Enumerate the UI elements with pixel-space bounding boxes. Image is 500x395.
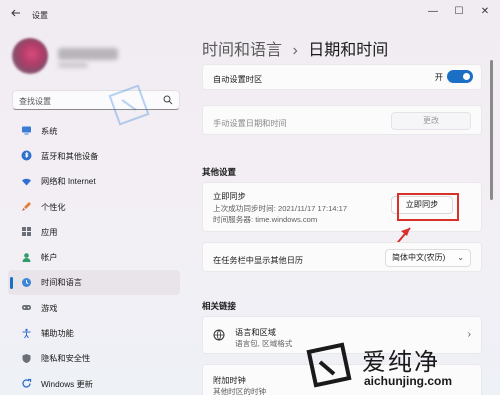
last-sync-time: 上次成功同步时间: 2021/11/17 17:14:17 <box>213 204 348 213</box>
maximize-button[interactable]: ☐ <box>446 4 472 20</box>
related-links-title: 相关链接 <box>202 301 237 311</box>
breadcrumb-current: 日期和时间 <box>308 42 389 59</box>
related-item-label: 附加时钟 <box>213 376 246 385</box>
arrow-left-icon <box>11 9 20 17</box>
chevron-down-icon: ⌄ <box>457 253 464 262</box>
sidebar-item-label: 系统 <box>41 126 58 136</box>
close-button[interactable]: ✕ <box>472 4 498 20</box>
watermark-logo: 爱纯净 aichunjing.com <box>300 338 500 395</box>
watermark-url: aichunjing.com <box>364 374 453 388</box>
breadcrumb-separator: › <box>292 42 298 59</box>
sidebar-item-label: 游戏 <box>41 303 58 313</box>
sidebar-item-label: 时间和语言 <box>41 278 82 288</box>
profile-name-blurred <box>58 48 118 60</box>
person-icon <box>20 251 32 263</box>
manual-datetime-label: 手动设置日期和时间 <box>213 119 287 128</box>
sidebar-item-time-language[interactable]: 时间和语言 <box>8 269 180 296</box>
minimize-button[interactable]: — <box>420 4 446 20</box>
search-placeholder: 查找设置 <box>19 97 51 106</box>
sidebar-item-privacy[interactable]: 隐私和安全性 <box>8 346 180 371</box>
breadcrumb-parent[interactable]: 时间和语言 <box>202 42 282 59</box>
related-item-label: 语言和区域 <box>235 328 276 337</box>
related-item-sub: 其他时区的时钟 <box>213 387 267 395</box>
toggle-state-text: 开 <box>434 73 443 82</box>
sidebar-item-gaming[interactable]: 游戏 <box>8 295 180 320</box>
auto-timezone-label: 自动设置时区 <box>213 75 263 84</box>
sidebar-item-label: Windows 更新 <box>41 379 93 389</box>
profile-email-blurred <box>58 62 88 68</box>
scrollbar[interactable] <box>490 60 493 200</box>
change-button[interactable]: 更改 <box>391 112 471 130</box>
back-button[interactable] <box>8 7 24 23</box>
settings-window: 设置 — ☐ ✕ 查找设置 系统 蓝牙和其他设备 网络和 Internet 个性… <box>0 0 500 395</box>
sidebar-item-personalization[interactable]: 个性化 <box>8 194 180 219</box>
gamepad-icon <box>20 302 32 314</box>
avatar <box>12 38 48 74</box>
calendar-label: 在任务栏中显示其他日历 <box>213 256 304 265</box>
calendar-row: 在任务栏中显示其他日历 简体中文(农历) ⌄ <box>202 242 482 272</box>
update-icon <box>20 378 32 390</box>
sidebar-item-label: 帐户 <box>41 253 58 263</box>
time-server: 时间服务器: time.windows.com <box>213 215 318 224</box>
brand-logo-icon <box>306 342 352 388</box>
shield-icon <box>20 352 32 364</box>
sidebar-item-label: 个性化 <box>41 202 66 212</box>
other-settings-title: 其他设置 <box>202 167 237 177</box>
sync-label: 立即同步 <box>213 192 246 201</box>
related-item-sub: 语言包, 区域格式 <box>235 339 293 348</box>
sidebar-nav: 系统 蓝牙和其他设备 网络和 Internet 个性化 应用 帐户 时间和语言 <box>8 118 180 395</box>
accessibility-icon <box>20 327 32 339</box>
title-bar: 设置 — ☐ ✕ <box>0 0 500 30</box>
sidebar-item-label: 应用 <box>41 227 58 237</box>
language-region-icon <box>213 329 225 341</box>
watermark-brand: 爱纯净 <box>362 349 440 376</box>
sidebar-item-windows-update[interactable]: Windows 更新 <box>8 371 180 395</box>
sidebar-item-accounts[interactable]: 帐户 <box>8 244 180 269</box>
auto-timezone-row: 自动设置时区 开 <box>202 64 482 90</box>
calendar-select-value: 简体中文(农历) <box>392 253 446 262</box>
auto-timezone-toggle[interactable] <box>447 70 473 83</box>
sidebar-item-label: 隐私和安全性 <box>41 354 91 364</box>
sidebar-item-accessibility[interactable]: 辅助功能 <box>8 320 180 345</box>
bluetooth-icon <box>20 150 32 162</box>
app-title: 设置 <box>32 11 48 20</box>
page-title: 时间和语言 › 日期和时间 <box>202 36 388 60</box>
sidebar-item-label: 蓝牙和其他设备 <box>41 151 99 161</box>
sidebar-item-label: 网络和 Internet <box>41 177 96 187</box>
manual-datetime-row: 手动设置日期和时间 更改 <box>202 105 482 135</box>
wifi-icon <box>20 175 32 187</box>
globe-clock-icon <box>20 276 32 288</box>
watermark-logo-small <box>104 60 194 150</box>
sidebar-item-apps[interactable]: 应用 <box>8 219 180 244</box>
sidebar-item-network[interactable]: 网络和 Internet <box>8 169 180 194</box>
apps-icon <box>20 226 32 238</box>
highlight-box <box>397 193 459 221</box>
monitor-icon <box>20 125 32 137</box>
sidebar-item-label: 辅助功能 <box>41 329 74 339</box>
calendar-select[interactable]: 简体中文(农历) ⌄ <box>385 249 471 267</box>
brush-icon <box>20 201 32 213</box>
